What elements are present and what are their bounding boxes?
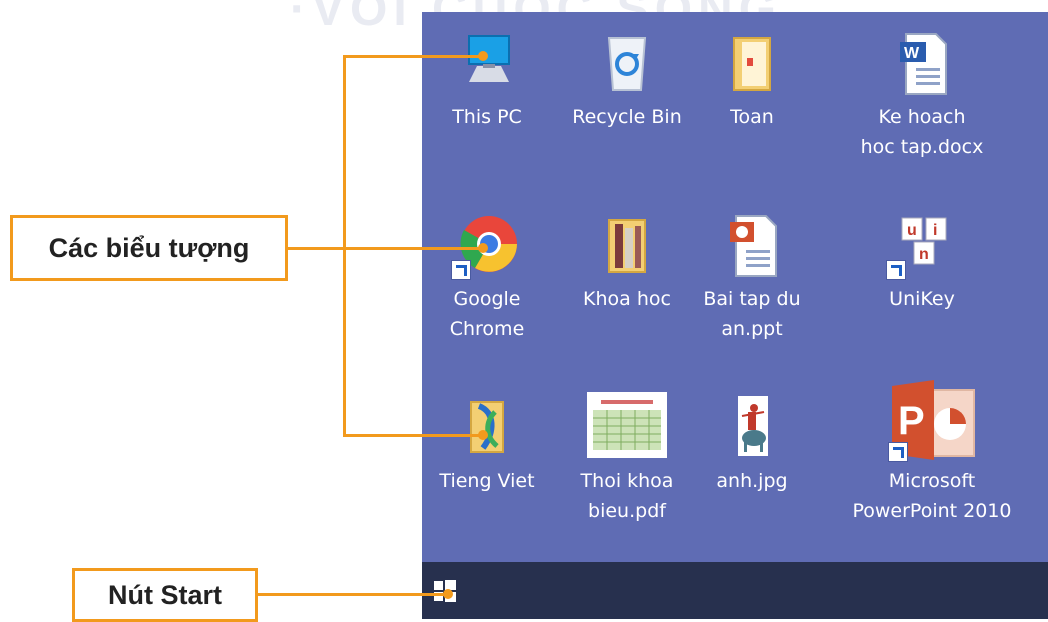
- callout-dot: [443, 589, 453, 599]
- svg-text:P: P: [898, 399, 925, 443]
- desktop-icon-tieng-viet[interactable]: Tieng Viet: [422, 392, 552, 496]
- callout-start: Nút Start: [72, 568, 258, 622]
- desktop-icon-ke-hoach[interactable]: W Ke hoach hoc tap.docx: [847, 28, 997, 162]
- callout-line: [258, 593, 448, 596]
- desktop-icon-powerpoint-2010[interactable]: P Microsoft PowerPoint 2010: [847, 378, 1017, 526]
- image-file-icon: [720, 392, 784, 462]
- callout-line: [288, 247, 346, 250]
- svg-text:n: n: [919, 246, 929, 263]
- desktop-icon-label: Khoa hoc: [583, 288, 671, 310]
- desktop-icon-label-line1: Microsoft: [888, 470, 976, 492]
- callout-line: [343, 55, 483, 58]
- unikey-icon: u i n: [886, 210, 954, 280]
- desktop-icon-label-line1: Ke hoach: [878, 106, 966, 128]
- desktop-icon-label-line2: Chrome: [449, 318, 525, 340]
- word-document-icon: W: [890, 28, 954, 98]
- desktop-icon-label-line2: PowerPoint 2010: [852, 500, 1012, 522]
- desktop-icon-thoi-khoa-bieu[interactable]: Thoi khoa bieu.pdf: [562, 392, 692, 526]
- desktop-icon-this-pc[interactable]: This PC: [422, 28, 552, 132]
- powerpoint-document-icon: [720, 210, 784, 280]
- desktop-icon-anh-jpg[interactable]: anh.jpg: [687, 392, 817, 496]
- callout-line: [343, 247, 483, 250]
- desktop-icon-label: This PC: [452, 106, 522, 128]
- this-pc-icon: [455, 28, 519, 98]
- callout-icons: Các biểu tượng: [10, 215, 288, 281]
- callout-dot: [478, 51, 488, 61]
- powerpoint-app-icon: P: [884, 378, 980, 462]
- callout-icons-label: Các biểu tượng: [48, 232, 250, 263]
- pdf-document-icon: [587, 392, 667, 462]
- desktop: This PC Recycle Bin Toan W Ke hoach hoc …: [422, 12, 1048, 562]
- callout-line: [343, 434, 483, 437]
- desktop-icon-khoa-hoc[interactable]: Khoa hoc: [562, 210, 692, 314]
- recycle-bin-icon: [595, 28, 659, 98]
- desktop-icon-bai-tap-ppt[interactable]: Bai tap du an.ppt: [687, 210, 817, 344]
- svg-text:i: i: [933, 222, 937, 239]
- desktop-icon-label: Tieng Viet: [439, 470, 535, 492]
- shortcut-arrow-icon: [886, 260, 906, 280]
- callout-dot: [478, 243, 488, 253]
- svg-text:u: u: [907, 222, 917, 239]
- desktop-icon-label: Toan: [730, 106, 774, 128]
- desktop-icon-label: Recycle Bin: [572, 106, 682, 128]
- callout-dot: [478, 430, 488, 440]
- shortcut-arrow-icon: [888, 442, 908, 462]
- desktop-icon-label-line2: hoc tap.docx: [860, 136, 984, 158]
- desktop-icon-label: anh.jpg: [716, 470, 788, 492]
- desktop-icon-google-chrome[interactable]: Google Chrome: [422, 210, 552, 344]
- desktop-icon-label-line2: an.ppt: [721, 318, 783, 340]
- windows-logo-icon: [434, 581, 443, 590]
- desktop-icon-label-line1: Bai tap du: [703, 288, 801, 310]
- svg-text:W: W: [904, 45, 920, 62]
- taskbar: [422, 562, 1048, 619]
- shortcut-arrow-icon: [451, 260, 471, 280]
- desktop-icon-label-line1: Thoi khoa: [580, 470, 674, 492]
- tieng-viet-icon: [455, 392, 519, 462]
- desktop-icon-label-line1: Google: [453, 288, 521, 310]
- callout-start-label: Nút Start: [108, 579, 222, 610]
- desktop-icon-label: UniKey: [889, 288, 955, 310]
- folder-icon: [595, 210, 659, 280]
- desktop-icon-label-line2: bieu.pdf: [588, 500, 666, 522]
- desktop-icon-toan[interactable]: Toan: [687, 28, 817, 132]
- callout-bracket: [343, 55, 346, 437]
- desktop-icon-unikey[interactable]: u i n UniKey: [857, 210, 987, 314]
- desktop-icon-recycle-bin[interactable]: Recycle Bin: [562, 28, 692, 132]
- folder-icon: [720, 28, 784, 98]
